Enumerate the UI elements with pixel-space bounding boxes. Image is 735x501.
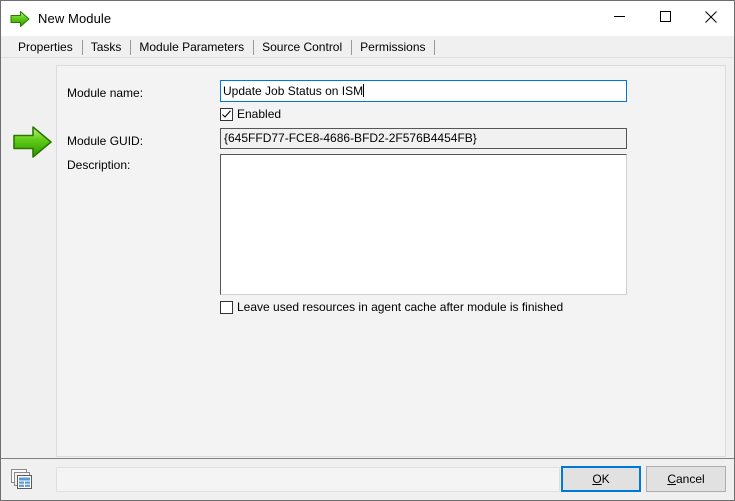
checkbox-box <box>220 300 233 314</box>
ok-button[interactable]: OK <box>561 466 641 492</box>
checkmark-icon <box>222 109 231 118</box>
text-caret <box>363 84 365 97</box>
close-button[interactable] <box>688 1 734 32</box>
cancel-label-rest: ancel <box>675 472 705 486</box>
tab-properties-label: Properties <box>18 40 73 54</box>
module-name-label: Module name: <box>67 86 144 100</box>
module-guid-label: Module GUID: <box>67 134 144 148</box>
tab-permissions-label: Permissions <box>360 40 426 54</box>
tab-tasks[interactable]: Tasks <box>81 37 131 57</box>
leave-cache-label: Leave used resources in agent cache afte… <box>237 300 564 314</box>
minimize-button[interactable] <box>596 1 642 32</box>
title-bar: New Module <box>1 1 734 36</box>
description-textarea[interactable] <box>220 154 627 295</box>
maximize-button[interactable] <box>642 1 688 32</box>
green-arrow-icon <box>10 10 30 27</box>
leave-cache-checkbox[interactable]: Leave used resources in agent cache afte… <box>220 300 563 314</box>
cancel-mnemonic: C <box>667 472 676 486</box>
tab-source-control-label: Source Control <box>262 40 343 54</box>
tab-tasks-label: Tasks <box>90 40 122 54</box>
description-label: Description: <box>67 158 131 172</box>
tab-strip: Properties Tasks Module Parameters Sourc… <box>1 36 734 57</box>
tab-module-parameters[interactable]: Module Parameters <box>130 37 253 57</box>
enabled-checkbox[interactable]: Enabled <box>220 107 281 121</box>
new-module-dialog: New Module Properties Tasks Module Param… <box>0 0 735 501</box>
green-arrow-icon <box>13 126 52 158</box>
minimize-icon <box>613 16 625 17</box>
module-guid-value: {645FFD77-FCE8-4686-BFD2-2F576B4454FB} <box>224 131 477 145</box>
window-controls <box>596 1 734 36</box>
properties-tab-content: Module name: Update Job Status on ISM En… <box>1 57 734 458</box>
module-name-value: Update Job Status on ISM <box>223 84 364 98</box>
module-name-input[interactable]: Update Job Status on ISM <box>220 80 627 102</box>
checkbox-box <box>220 107 233 121</box>
close-icon <box>705 10 717 23</box>
tab-properties[interactable]: Properties <box>9 37 82 57</box>
ok-mnemonic: O <box>592 472 602 486</box>
properties-panel: Module name: Update Job Status on ISM En… <box>56 65 726 457</box>
cancel-button[interactable]: Cancel <box>646 466 726 492</box>
cascading-windows-icon[interactable] <box>10 468 34 492</box>
tab-module-parameters-label: Module Parameters <box>139 40 245 54</box>
module-guid-field[interactable]: {645FFD77-FCE8-4686-BFD2-2F576B4454FB} <box>220 128 627 149</box>
enabled-label: Enabled <box>237 107 282 121</box>
window-title: New Module <box>38 11 112 26</box>
tab-permissions[interactable]: Permissions <box>351 37 435 57</box>
status-field <box>56 467 560 492</box>
tab-source-control[interactable]: Source Control <box>253 37 351 57</box>
maximize-icon <box>659 11 671 22</box>
dialog-footer: OK Cancel <box>1 458 734 500</box>
ok-label-rest: K <box>601 472 610 486</box>
